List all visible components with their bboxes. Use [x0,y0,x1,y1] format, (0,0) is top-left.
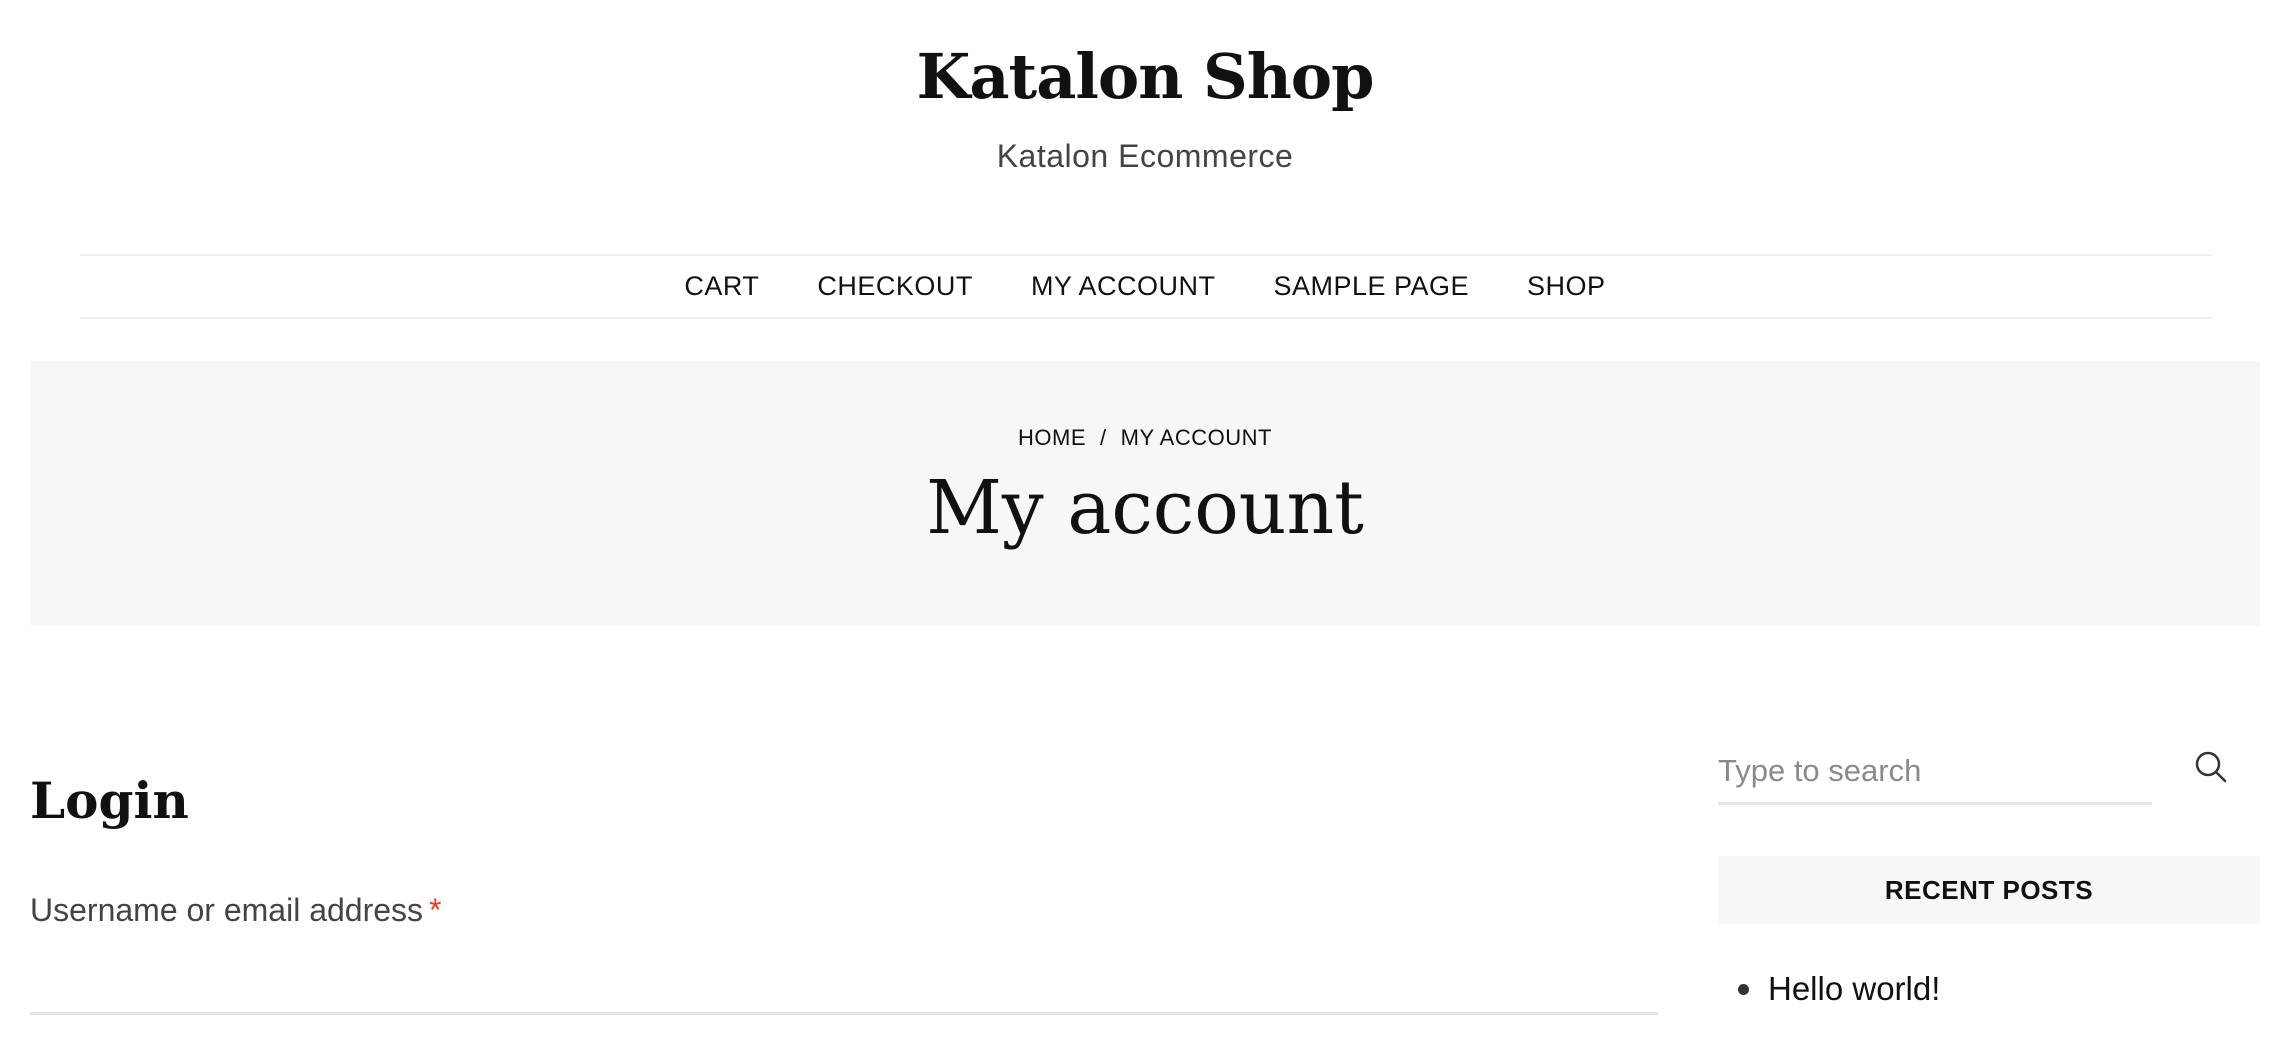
nav-item-my-account[interactable]: MY ACCOUNT [1031,271,1216,302]
breadcrumb-current: MY ACCOUNT [1120,425,1272,450]
site-tagline: Katalon Ecommerce [996,138,1294,174]
username-input[interactable] [30,950,1658,1015]
page-title: My account [926,465,1364,551]
breadcrumb-home[interactable]: HOME [1018,425,1086,450]
nav-item-sample-page[interactable]: SAMPLE PAGE [1273,271,1469,302]
recent-post-link[interactable]: Hello world! [1768,970,1940,1007]
page-hero: HOME / MY ACCOUNT My account [30,361,2260,625]
recent-posts-title: RECENT POSTS [1718,856,2260,924]
required-asterisk: * [429,892,442,928]
username-label: Username or email address * [30,894,442,926]
nav-item-checkout[interactable]: CHECKOUT [817,271,973,302]
list-item: Hello world! [1737,970,1940,1007]
breadcrumb: HOME / MY ACCOUNT [30,425,2260,451]
search-button[interactable] [2188,744,2236,792]
search-input[interactable] [1718,740,2152,805]
nav-item-shop[interactable]: SHOP [1527,271,1606,302]
search-icon [2195,751,2227,783]
site-title[interactable]: Katalon Shop [0,46,2290,108]
main-nav: CART CHECKOUT MY ACCOUNT SAMPLE PAGE SHO… [0,256,2290,317]
username-label-text: Username or email address [30,892,424,928]
breadcrumb-separator: / [1100,425,1107,450]
nav-item-cart[interactable]: CART [684,271,759,302]
login-heading: Login [30,771,189,830]
nav-divider-bottom [80,317,2212,319]
recent-posts-list: Hello world! [1737,970,1940,1007]
